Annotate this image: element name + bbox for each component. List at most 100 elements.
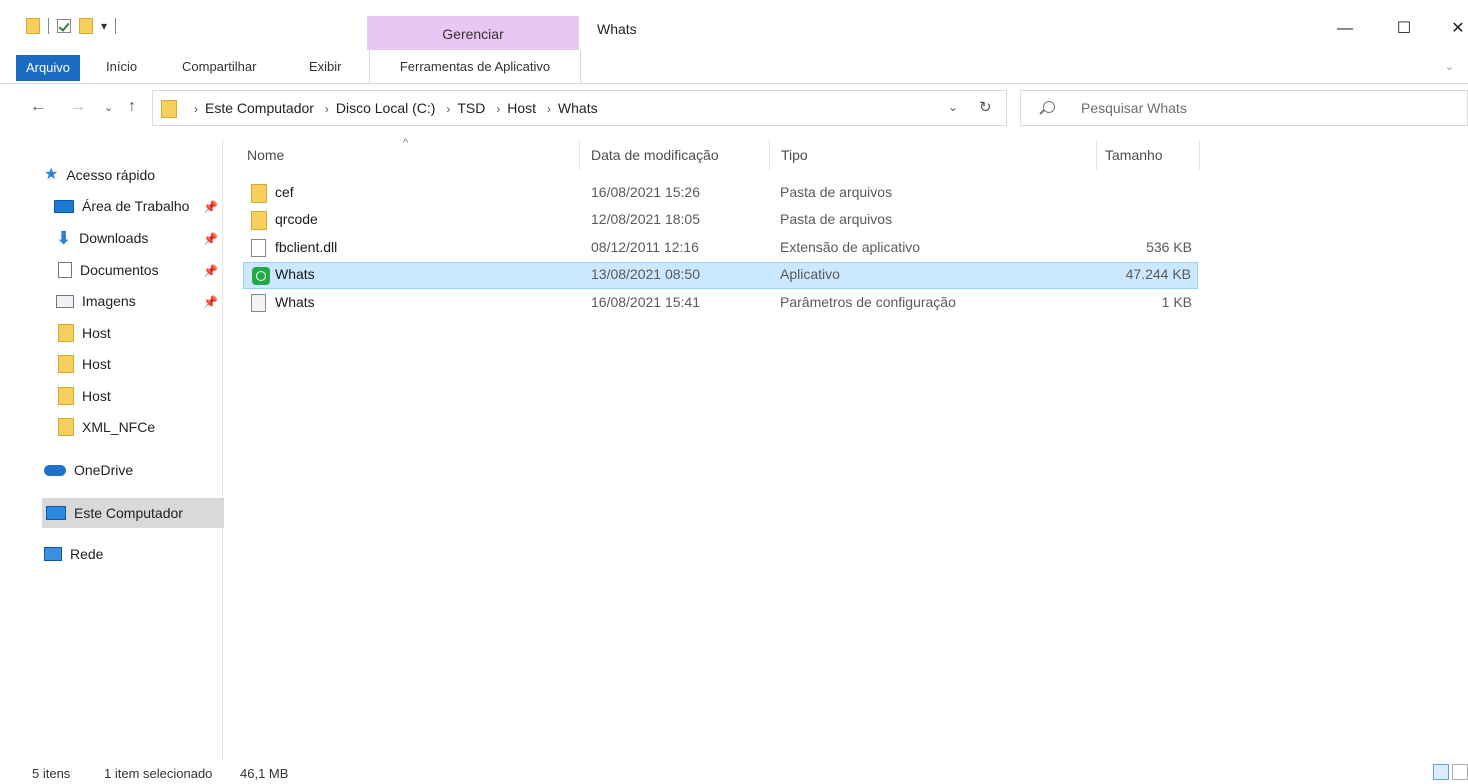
- file-name: fbclient.dll: [275, 239, 338, 255]
- file-name: qrcode: [275, 211, 318, 227]
- forward-arrow-icon[interactable]: →: [70, 98, 86, 116]
- tab-inicio[interactable]: Início: [106, 50, 137, 83]
- file-date: 16/08/2021 15:41: [591, 294, 700, 310]
- download-icon: ⬇: [56, 228, 72, 248]
- new-folder-icon[interactable]: [79, 18, 93, 34]
- table-row[interactable]: qrcode 12/08/2021 18:05 Pasta de arquivo…: [243, 207, 1198, 234]
- sort-ascending-icon: ^: [403, 137, 409, 149]
- maximize-button[interactable]: ☐: [1384, 14, 1424, 44]
- tab-compartilhar[interactable]: Compartilhar: [182, 50, 256, 83]
- address-bar[interactable]: › Este Computador › Disco Local (C:) › TSD …: [152, 90, 1007, 126]
- nav-item-label: Rede: [70, 546, 104, 562]
- nav-item-acesso-rapido[interactable]: ★ Acesso rápido: [44, 162, 155, 188]
- chevron-down-icon[interactable]: ⌄: [948, 100, 958, 114]
- back-arrow-icon[interactable]: ←: [30, 98, 46, 116]
- whatsapp-icon: [252, 267, 270, 285]
- file-date: 16/08/2021 15:26: [591, 184, 700, 200]
- tab-ferramentas-de-aplicativo[interactable]: Ferramentas de Aplicativo: [369, 50, 581, 83]
- nav-item-area-de-trabalho[interactable]: Área de Trabalho: [54, 193, 189, 219]
- column-divider[interactable]: [1199, 140, 1200, 170]
- pin-icon[interactable]: 📌: [203, 232, 218, 246]
- recent-locations-icon[interactable]: ⌄: [104, 101, 113, 114]
- chevron-right-icon[interactable]: ›: [194, 102, 198, 116]
- column-header-data[interactable]: Data de modificação: [591, 140, 719, 170]
- crumb-host[interactable]: Host: [507, 100, 536, 116]
- folder-icon: [58, 324, 74, 342]
- navigation-bar: ← → ⌄ ↑ › Este Computador › Disco Local (C…: [0, 90, 1468, 128]
- large-icons-view-icon[interactable]: [1452, 764, 1468, 780]
- crumb-whats[interactable]: Whats: [558, 100, 598, 116]
- nav-item-host[interactable]: Host: [58, 320, 111, 346]
- nav-item-este-computador[interactable]: Este Computador: [42, 498, 224, 528]
- table-row[interactable]: fbclient.dll 08/12/2011 12:16 Extensão d…: [243, 235, 1198, 262]
- folder-icon: [251, 184, 267, 203]
- nav-item-downloads[interactable]: ⬇ Downloads: [56, 225, 148, 251]
- pin-icon[interactable]: 📌: [203, 200, 218, 214]
- up-arrow-icon[interactable]: ↑: [128, 98, 136, 116]
- file-name: cef: [275, 184, 294, 200]
- nav-item-label: Downloads: [79, 230, 149, 246]
- chevron-right-icon[interactable]: ›: [446, 102, 450, 116]
- folder-icon[interactable]: [26, 18, 40, 34]
- file-date: 13/08/2021 08:50: [591, 266, 700, 282]
- window-title: Whats: [597, 21, 637, 37]
- refresh-icon[interactable]: ↻: [979, 98, 992, 116]
- file-date: 12/08/2021 18:05: [591, 211, 700, 227]
- chevron-right-icon[interactable]: ›: [325, 102, 329, 116]
- crumb-tsd[interactable]: TSD: [457, 100, 485, 116]
- close-button[interactable]: ✕: [1438, 14, 1468, 44]
- search-placeholder: Pesquisar Whats: [1081, 100, 1187, 116]
- chevron-right-icon[interactable]: ›: [547, 102, 551, 116]
- file-size: 536 KB: [1146, 239, 1192, 255]
- nav-item-rede[interactable]: Rede: [44, 541, 103, 567]
- nav-item-documentos[interactable]: Documentos: [58, 257, 159, 283]
- column-header-tipo[interactable]: Tipo: [781, 140, 808, 170]
- column-divider[interactable]: [1096, 140, 1097, 170]
- image-icon: [56, 294, 74, 308]
- crumb-este-computador[interactable]: Este Computador: [205, 100, 314, 116]
- nav-item-label: Documentos: [80, 262, 159, 278]
- nav-item-imagens[interactable]: Imagens: [56, 288, 136, 314]
- pin-icon[interactable]: 📌: [203, 264, 218, 278]
- column-divider[interactable]: [769, 140, 770, 170]
- expand-ribbon-button[interactable]: ⌄: [1445, 60, 1454, 73]
- table-row-selected[interactable]: Whats 13/08/2021 08:50 Aplicativo 47.244…: [243, 262, 1198, 289]
- column-header-tamanho[interactable]: Tamanho: [1105, 140, 1163, 170]
- search-box[interactable]: Pesquisar Whats: [1020, 90, 1468, 126]
- customize-toolbar-icon[interactable]: ▾: [101, 19, 107, 33]
- nav-item-label: XML_NFCe: [82, 419, 156, 435]
- file-size: 1 KB: [1161, 294, 1192, 310]
- column-header-nome[interactable]: Nome: [247, 140, 284, 170]
- manage-context-tab[interactable]: Gerenciar: [367, 16, 579, 50]
- breadcrumb: › Este Computador › Disco Local (C:) › TSD …: [187, 100, 598, 116]
- file-date: 08/12/2011 12:16: [591, 239, 699, 255]
- nav-item-host[interactable]: Host: [58, 383, 111, 409]
- tab-exibir[interactable]: Exibir: [309, 50, 342, 83]
- nav-item-host[interactable]: Host: [58, 351, 111, 377]
- column-divider[interactable]: [579, 140, 580, 170]
- divider: [48, 18, 49, 34]
- folder-icon: [58, 355, 74, 373]
- pin-icon[interactable]: 📌: [203, 295, 218, 309]
- crumb-disco-local[interactable]: Disco Local (C:): [336, 100, 436, 116]
- tab-arquivo[interactable]: Arquivo: [16, 55, 80, 81]
- nav-item-label: Imagens: [82, 293, 136, 309]
- nav-item-xml-nfce[interactable]: XML_NFCe: [58, 414, 155, 440]
- properties-icon[interactable]: [57, 19, 71, 33]
- table-row[interactable]: Whats 16/08/2021 15:41 Parâmetros de con…: [243, 290, 1198, 317]
- file-name: Whats: [275, 266, 315, 282]
- file-type: Pasta de arquivos: [780, 211, 893, 227]
- dll-file-icon: [251, 239, 266, 257]
- chevron-right-icon[interactable]: ›: [496, 102, 500, 116]
- item-count: 5 itens: [32, 766, 71, 781]
- computer-icon: [46, 506, 66, 520]
- selection-size: 46,1 MB: [240, 766, 289, 781]
- minimize-button[interactable]: —: [1325, 14, 1365, 44]
- file-type: Aplicativo: [780, 266, 840, 282]
- folder-icon: [58, 418, 74, 436]
- details-view-icon[interactable]: [1433, 764, 1449, 780]
- nav-item-label: Este Computador: [74, 505, 183, 521]
- nav-item-label: Host: [82, 325, 111, 341]
- table-row[interactable]: cef 16/08/2021 15:26 Pasta de arquivos: [243, 180, 1198, 207]
- nav-item-onedrive[interactable]: OneDrive: [44, 457, 133, 483]
